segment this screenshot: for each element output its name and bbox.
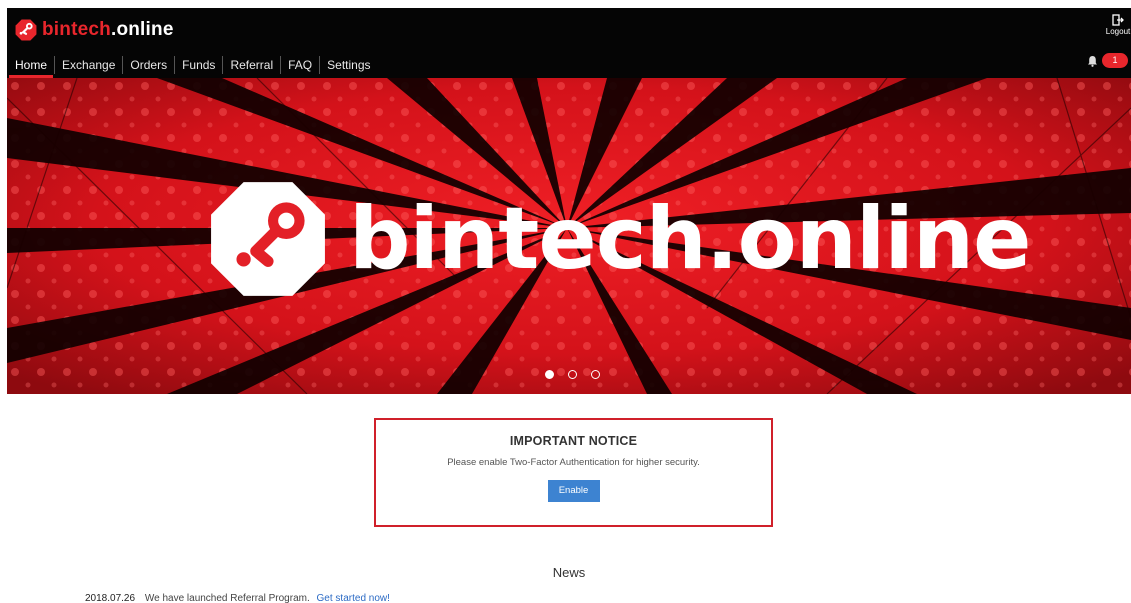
nav-settings[interactable]: Settings: [319, 56, 377, 74]
brand-logo[interactable]: bintech.online: [15, 18, 174, 42]
nav-home[interactable]: Home: [7, 56, 54, 74]
news-item: 2018.07.26 We have launched Referral Pro…: [85, 593, 390, 603]
enable-2fa-button[interactable]: Enable: [547, 480, 600, 502]
nav-orders[interactable]: Orders: [122, 56, 174, 74]
app-window: bintech.online Logout Home Exchange Orde…: [7, 8, 1131, 603]
brand-name-part2: .online: [110, 19, 174, 40]
carousel-dot-3[interactable]: [591, 370, 600, 379]
news-heading: News: [552, 565, 586, 580]
nav-funds[interactable]: Funds: [174, 56, 222, 74]
hero-title: bintech.online: [349, 189, 1031, 289]
news-date: 2018.07.26: [85, 593, 136, 603]
logout-button[interactable]: Logout: [1105, 14, 1131, 36]
logout-label: Logout: [1105, 27, 1131, 36]
nav-exchange[interactable]: Exchange: [54, 56, 122, 74]
nav-faq[interactable]: FAQ: [280, 56, 319, 74]
brand-name: bintech.online: [42, 19, 174, 41]
brand-name-part1: bintech: [42, 19, 111, 40]
hero-logo-icon: [211, 182, 325, 296]
hero-banner: bintech.online: [7, 78, 1131, 394]
main-nav: Home Exchange Orders Funds Referral FAQ …: [7, 52, 378, 78]
bell-icon[interactable]: [1087, 55, 1098, 67]
news-text: We have launched Referral Program.: [144, 593, 310, 603]
notice-message: Please enable Two-Factor Authentication …: [447, 457, 700, 468]
logo-icon: [15, 19, 37, 41]
logout-icon: [1112, 14, 1124, 26]
notification-badge[interactable]: 1: [1102, 53, 1128, 68]
top-header: bintech.online Logout Home Exchange Orde…: [7, 8, 1131, 78]
notice-title: IMPORTANT NOTICE: [509, 434, 638, 448]
important-notice: IMPORTANT NOTICE Please enable Two-Facto…: [374, 418, 773, 527]
carousel-dot-1[interactable]: [545, 370, 554, 379]
nav-referral[interactable]: Referral: [222, 56, 280, 74]
carousel-dot-2[interactable]: [568, 370, 577, 379]
hero-logo: bintech.online: [207, 174, 1031, 304]
news-link[interactable]: Get started now!: [317, 593, 390, 603]
carousel-indicators: [545, 370, 600, 379]
